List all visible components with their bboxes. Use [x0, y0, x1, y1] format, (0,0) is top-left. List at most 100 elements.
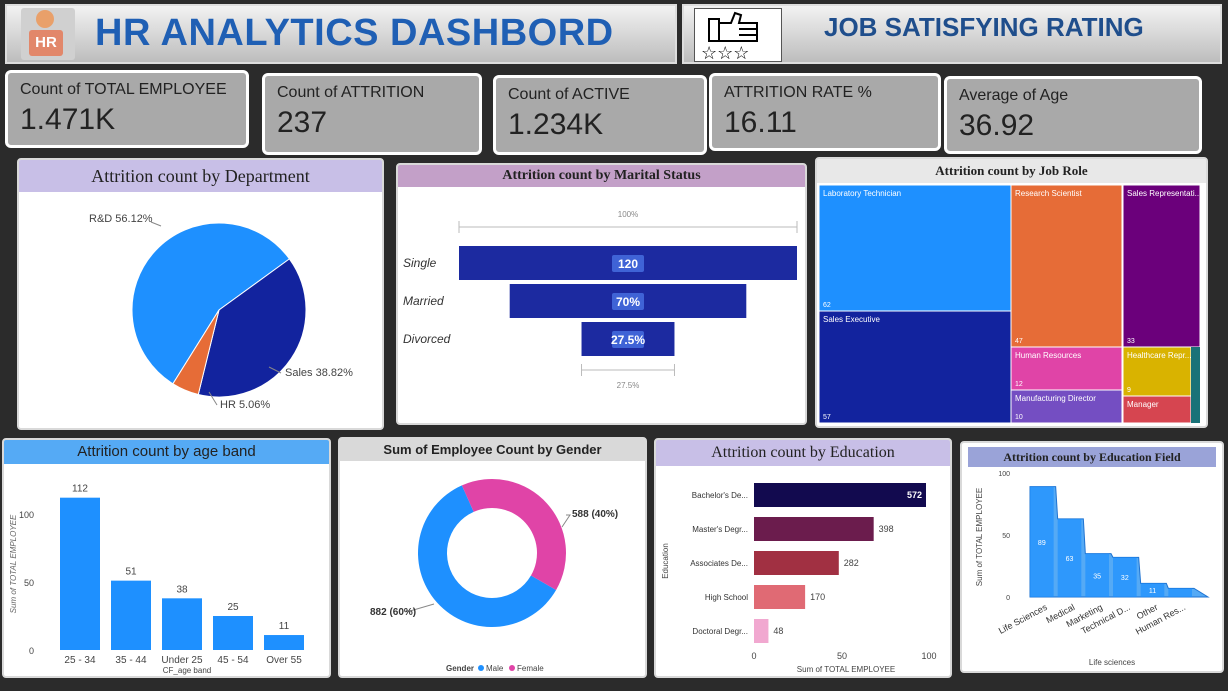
area-data-label: 32	[1121, 575, 1129, 582]
treemap-tile-value: 12	[1015, 381, 1023, 388]
funnel-bottom-label: 27.5%	[617, 381, 640, 390]
kpi-label: Count of ATTRITION	[277, 84, 425, 101]
treemap-tile-value: 33	[1127, 338, 1135, 345]
bar-data-label: 48	[773, 626, 783, 636]
donut-data-label: 588 (40%)	[572, 509, 618, 520]
bar-data-label: 112	[72, 484, 88, 495]
kpi-value: 1.234K	[508, 108, 604, 141]
treemap-tile-value: 62	[823, 302, 831, 309]
bar-data-label: 282	[844, 558, 859, 568]
area-data-label: 89	[1038, 540, 1046, 547]
y-tick-label: Associates De...	[690, 559, 748, 568]
logo-badge: HR	[29, 30, 63, 56]
pie-data-label: Sales 38.82%	[285, 367, 353, 379]
edufield-chart-panel: Attrition count by Education Field 0 50 10…	[960, 441, 1224, 673]
y-axis-label: Sum of TOTAL EMPLOYEE	[9, 514, 18, 613]
treemap-tile-label: Healthcare Repr...	[1127, 351, 1191, 360]
chart-title: Sum of Employee Count by Gender	[340, 439, 645, 461]
x-tick-label: 100	[921, 651, 936, 661]
jobrole-chart-panel: Attrition count by Job Role Laboratory T…	[815, 157, 1208, 428]
kpi-attrition: Count of ATTRITION 237	[262, 73, 482, 155]
treemap-tile	[1010, 184, 1123, 348]
pie-data-label: HR 5.06%	[220, 399, 270, 411]
x-tick-label: 0	[751, 651, 756, 661]
y-tick-label: Doctoral Degr...	[692, 627, 748, 636]
legend-title: Gender	[446, 664, 474, 673]
x-tick-label: 25 - 34	[64, 655, 96, 666]
bar	[754, 585, 806, 609]
treemap-tile-value: 57	[823, 414, 831, 421]
x-tick-label: Life Sciences	[997, 602, 1049, 636]
y-tick-label: 100	[19, 510, 34, 520]
treemap-tile	[1191, 347, 1200, 423]
x-tick-label: 50	[837, 651, 847, 661]
chart-title: Attrition count by Education Field	[968, 447, 1216, 467]
donut-data-label: 882 (60%)	[370, 607, 416, 618]
marital-funnel-chart: 100% 120 Single 70% Married 27.5% Divorced 27.5…	[403, 210, 798, 390]
treemap-tile	[1122, 184, 1201, 348]
bar	[754, 551, 839, 575]
chart-title: Attrition count by Job Role	[817, 159, 1206, 183]
bar	[60, 497, 100, 650]
bar	[162, 598, 202, 650]
kpi-label: Count of TOTAL EMPLOYEE	[20, 81, 227, 98]
y-tick-label: High School	[705, 593, 748, 602]
department-pie-chart: R&D 56.12% Sales 38.82% HR 5.06%	[89, 213, 353, 411]
x-tick-label: Over 55	[266, 655, 302, 666]
treemap-tile-value: 10	[1015, 414, 1023, 421]
kpi-attrition-rate: ATTRITION RATE % 16.11	[709, 73, 941, 151]
donut-leader-line	[561, 514, 571, 528]
hr-logo: HR	[21, 8, 75, 60]
bar	[754, 517, 874, 541]
area-data-label: 11	[1149, 588, 1156, 595]
ageband-chart-panel: Attrition count by age band 0 50 100 Sum of…	[2, 438, 331, 678]
marital-chart-panel: Attrition count by Marital Status 100% 12…	[396, 163, 807, 425]
kpi-label: Average of Age	[959, 87, 1069, 104]
jobrole-treemap: Laboratory Technician 62 Sales Executive 57…	[818, 184, 1201, 424]
x-tick-label: Under 25	[161, 655, 203, 666]
education-chart-panel: Attrition count by Education Bachelor's …	[654, 438, 952, 678]
kpi-label: ATTRITION RATE %	[724, 84, 872, 101]
area-step	[1168, 588, 1192, 597]
area-data-label: 35	[1093, 573, 1101, 580]
bar-data-label: 11	[279, 621, 290, 632]
x-tick-label: 45 - 54	[217, 655, 249, 666]
kpi-average-age: Average of Age 36.92	[944, 76, 1202, 154]
y-tick-label: 0	[29, 646, 34, 656]
treemap-tile-label: Manufacturing Director	[1015, 394, 1096, 403]
bar-data-label: 398	[879, 524, 894, 534]
x-axis-label: CF_age band	[163, 666, 211, 675]
rating-title: JOB SATISFYING RATING	[824, 12, 1144, 42]
y-tick-label: 50	[1002, 533, 1010, 540]
thumbs-up-icon: ☆☆☆	[694, 8, 782, 63]
kpi-total-employee: Count of TOTAL EMPLOYEE 1.471K	[5, 70, 249, 148]
kpi-label: Count of ACTIVE	[508, 86, 630, 103]
y-tick-label: 100	[998, 471, 1010, 478]
legend-label: Female	[517, 664, 544, 673]
bar-data-label: 38	[176, 584, 188, 595]
kpi-value: 36.92	[959, 109, 1035, 142]
funnel-data-label: 120	[618, 257, 638, 271]
donut-slice-female	[461, 479, 566, 590]
treemap-tile-label: Human Resources	[1015, 351, 1081, 360]
area-data-label: 63	[1066, 556, 1074, 563]
gender-chart-panel: Sum of Employee Count by Gender 882 (60%…	[338, 437, 647, 678]
bar-data-label: 572	[907, 490, 922, 500]
x-axis-label: Life sciences	[1089, 658, 1135, 667]
kpi-value: 16.11	[724, 106, 797, 139]
y-tick-label: Bachelor's De...	[692, 491, 748, 500]
funnel-category-label: Married	[403, 294, 444, 308]
bar-data-label: 25	[227, 602, 239, 613]
education-bar-chart: Bachelor's De... 572 Master's Degr... 398 As…	[661, 483, 937, 674]
page-title: HR ANALYTICS DASHBORD	[95, 12, 614, 54]
edufield-area-chart: 0 50 100 Sum of TOTAL EMPLOYEE 89 Life Scienc…	[975, 471, 1210, 667]
thumbs-stars-icon: ☆☆☆	[701, 11, 758, 63]
logo-text: HR	[35, 34, 57, 51]
header-bar: HR HR ANALYTICS DASHBORD	[5, 4, 677, 64]
treemap-tile-value: 47	[1015, 338, 1023, 345]
funnel-category-label: Divorced	[403, 332, 451, 346]
chart-title: Attrition count by Education	[656, 440, 950, 466]
treemap-tile-value: 9	[1127, 387, 1131, 394]
chart-title: Attrition count by Marital Status	[398, 165, 805, 187]
legend-marker	[509, 665, 515, 671]
